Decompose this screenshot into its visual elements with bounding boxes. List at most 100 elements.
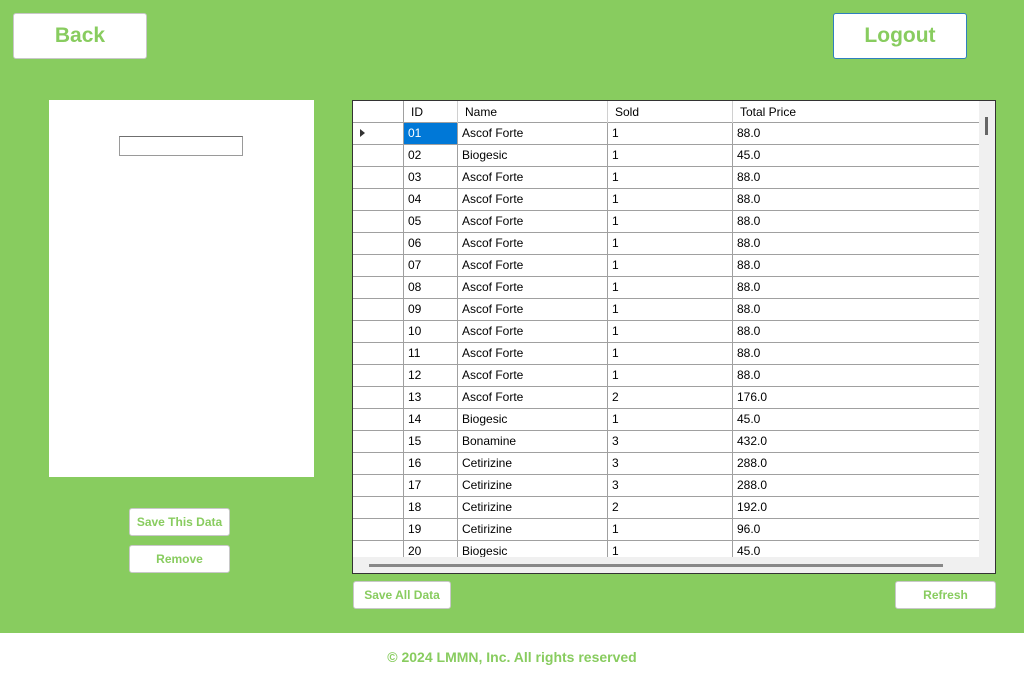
cell-id[interactable]: 12 xyxy=(404,365,458,386)
cell-name[interactable]: Ascof Forte xyxy=(458,365,608,386)
row-header[interactable] xyxy=(353,189,404,210)
cell-sold[interactable]: 1 xyxy=(608,277,733,298)
cell-id[interactable]: 08 xyxy=(404,277,458,298)
cell-total-price[interactable]: 88.0 xyxy=(733,123,979,144)
cell-id[interactable]: 02 xyxy=(404,145,458,166)
cell-id[interactable]: 15 xyxy=(404,431,458,452)
horizontal-scroll-thumb[interactable] xyxy=(369,564,943,567)
row-header[interactable] xyxy=(353,233,404,254)
table-row[interactable]: 17 Cetirizine 3 288.0 xyxy=(353,475,979,497)
row-header[interactable] xyxy=(353,211,404,232)
row-header[interactable] xyxy=(353,387,404,408)
cell-name[interactable]: Ascof Forte xyxy=(458,211,608,232)
save-all-data-button[interactable]: Save All Data xyxy=(353,581,451,609)
row-header[interactable] xyxy=(353,343,404,364)
table-row[interactable]: 04 Ascof Forte 1 88.0 xyxy=(353,189,979,211)
cell-total-price[interactable]: 88.0 xyxy=(733,233,979,254)
cell-total-price[interactable]: 288.0 xyxy=(733,475,979,496)
cell-id[interactable]: 03 xyxy=(404,167,458,188)
row-header[interactable] xyxy=(353,431,404,452)
table-row[interactable]: 08 Ascof Forte 1 88.0 xyxy=(353,277,979,299)
cell-sold[interactable]: 3 xyxy=(608,431,733,452)
cell-total-price[interactable]: 88.0 xyxy=(733,365,979,386)
cell-name[interactable]: Ascof Forte xyxy=(458,321,608,342)
vertical-scroll-thumb[interactable] xyxy=(985,117,988,135)
sales-data-grid[interactable]: ID Name Sold Total Price 01 Ascof Forte 1 8… xyxy=(352,100,996,574)
cell-sold[interactable]: 1 xyxy=(608,409,733,430)
row-header[interactable] xyxy=(353,365,404,386)
cell-sold[interactable]: 1 xyxy=(608,321,733,342)
row-header[interactable] xyxy=(353,497,404,518)
row-header[interactable] xyxy=(353,299,404,320)
cell-id[interactable]: 10 xyxy=(404,321,458,342)
cell-id[interactable]: 04 xyxy=(404,189,458,210)
table-row[interactable]: 18 Cetirizine 2 192.0 xyxy=(353,497,979,519)
cell-sold[interactable]: 1 xyxy=(608,255,733,276)
cell-total-price[interactable]: 45.0 xyxy=(733,145,979,166)
table-row[interactable]: 19 Cetirizine 1 96.0 xyxy=(353,519,979,541)
table-row[interactable]: 13 Ascof Forte 2 176.0 xyxy=(353,387,979,409)
cell-name[interactable]: Cetirizine xyxy=(458,475,608,496)
row-header[interactable] xyxy=(353,255,404,276)
cell-total-price[interactable]: 88.0 xyxy=(733,299,979,320)
cell-sold[interactable]: 2 xyxy=(608,387,733,408)
cell-total-price[interactable]: 45.0 xyxy=(733,409,979,430)
refresh-button[interactable]: Refresh xyxy=(895,581,996,609)
cell-sold[interactable]: 1 xyxy=(608,233,733,254)
cell-sold[interactable]: 1 xyxy=(608,123,733,144)
row-header[interactable] xyxy=(353,409,404,430)
table-row[interactable]: 07 Ascof Forte 1 88.0 xyxy=(353,255,979,277)
table-row[interactable]: 09 Ascof Forte 1 88.0 xyxy=(353,299,979,321)
column-header-name[interactable]: Name xyxy=(458,101,608,123)
table-row[interactable]: 10 Ascof Forte 1 88.0 xyxy=(353,321,979,343)
cell-sold[interactable]: 1 xyxy=(608,211,733,232)
cell-id[interactable]: 09 xyxy=(404,299,458,320)
cell-total-price[interactable]: 88.0 xyxy=(733,321,979,342)
cell-name[interactable]: Ascof Forte xyxy=(458,233,608,254)
table-row[interactable]: 16 Cetirizine 3 288.0 xyxy=(353,453,979,475)
cell-total-price[interactable]: 176.0 xyxy=(733,387,979,408)
row-header[interactable] xyxy=(353,453,404,474)
cell-name[interactable]: Ascof Forte xyxy=(458,255,608,276)
cell-total-price[interactable]: 96.0 xyxy=(733,519,979,540)
cell-name[interactable]: Biogesic xyxy=(458,145,608,166)
cell-total-price[interactable]: 192.0 xyxy=(733,497,979,518)
cell-sold[interactable]: 1 xyxy=(608,519,733,540)
column-header-sold[interactable]: Sold xyxy=(608,101,733,123)
cell-sold[interactable]: 2 xyxy=(608,497,733,518)
cell-total-price[interactable]: 88.0 xyxy=(733,277,979,298)
cell-total-price[interactable]: 88.0 xyxy=(733,343,979,364)
cell-id[interactable]: 06 xyxy=(404,233,458,254)
cell-name[interactable]: Ascof Forte xyxy=(458,387,608,408)
cell-name[interactable]: Cetirizine xyxy=(458,453,608,474)
detail-input[interactable] xyxy=(119,136,243,156)
table-row[interactable]: 01 Ascof Forte 1 88.0 xyxy=(353,123,979,145)
row-header[interactable] xyxy=(353,277,404,298)
table-row[interactable]: 14 Biogesic 1 45.0 xyxy=(353,409,979,431)
cell-id[interactable]: 05 xyxy=(404,211,458,232)
row-header[interactable] xyxy=(353,123,404,144)
save-this-data-button[interactable]: Save This Data xyxy=(129,508,230,536)
cell-sold[interactable]: 1 xyxy=(608,299,733,320)
cell-name[interactable]: Biogesic xyxy=(458,409,608,430)
table-row[interactable]: 02 Biogesic 1 45.0 xyxy=(353,145,979,167)
table-row[interactable]: 03 Ascof Forte 1 88.0 xyxy=(353,167,979,189)
cell-id[interactable]: 18 xyxy=(404,497,458,518)
table-row[interactable]: 12 Ascof Forte 1 88.0 xyxy=(353,365,979,387)
cell-id[interactable]: 01 xyxy=(404,123,458,144)
cell-sold[interactable]: 1 xyxy=(608,145,733,166)
cell-name[interactable]: Cetirizine xyxy=(458,519,608,540)
cell-name[interactable]: Ascof Forte xyxy=(458,189,608,210)
cell-sold[interactable]: 3 xyxy=(608,453,733,474)
logout-button[interactable]: Logout xyxy=(833,13,967,59)
cell-total-price[interactable]: 88.0 xyxy=(733,255,979,276)
cell-name[interactable]: Ascof Forte xyxy=(458,123,608,144)
cell-name[interactable]: Ascof Forte xyxy=(458,299,608,320)
table-row[interactable]: 05 Ascof Forte 1 88.0 xyxy=(353,211,979,233)
remove-button[interactable]: Remove xyxy=(129,545,230,573)
cell-sold[interactable]: 1 xyxy=(608,189,733,210)
cell-name[interactable]: Ascof Forte xyxy=(458,343,608,364)
row-header[interactable] xyxy=(353,475,404,496)
cell-name[interactable]: Ascof Forte xyxy=(458,167,608,188)
column-header-id[interactable]: ID xyxy=(404,101,458,123)
